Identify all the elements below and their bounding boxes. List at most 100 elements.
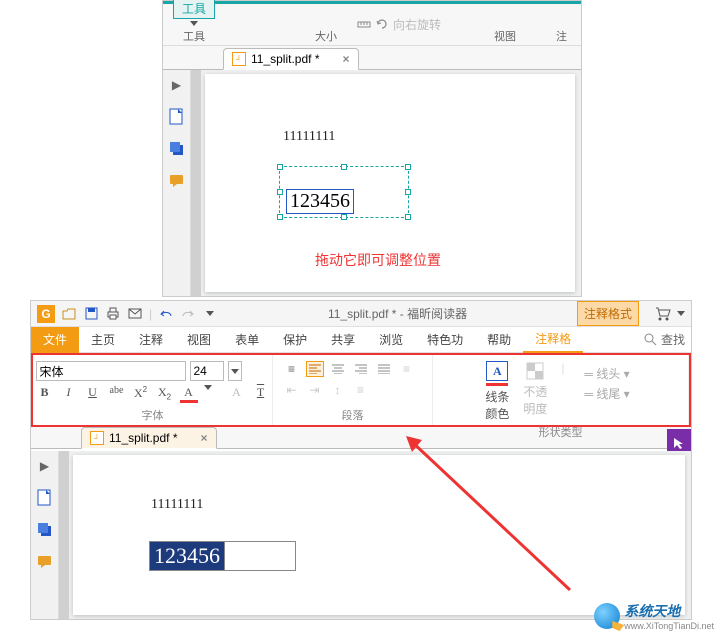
pdf-file-icon: ┘ (232, 52, 246, 66)
globe-icon (594, 603, 620, 629)
align-justify-icon[interactable] (375, 361, 393, 377)
print-icon[interactable] (105, 306, 121, 322)
text-shape-icon: A (486, 361, 508, 381)
watermark-title: 系统天地 (624, 601, 714, 621)
cart-icon[interactable] (655, 306, 671, 322)
font-family-select[interactable] (36, 361, 186, 381)
menu-browse[interactable]: 浏览 (367, 327, 415, 353)
app-icon: G (37, 305, 55, 323)
menu-home[interactable]: 主页 (79, 327, 127, 353)
expand-icon[interactable]: ▶ (168, 76, 186, 94)
menu-share[interactable]: 共享 (319, 327, 367, 353)
menu-help[interactable]: 帮助 (475, 327, 523, 353)
menu-protect[interactable]: 保护 (271, 327, 319, 353)
menu-file[interactable]: 文件 (31, 327, 79, 353)
annot-format-tab[interactable]: 注释格式 (577, 301, 639, 326)
dropdown-icon[interactable] (190, 21, 198, 26)
document-viewport-2[interactable]: 11111111 123456 (59, 451, 691, 619)
ribbon-label-annot: 注 (556, 28, 567, 44)
align-right-icon[interactable] (352, 361, 370, 377)
undo-icon[interactable] (158, 306, 174, 322)
text-cursor-area[interactable] (224, 542, 295, 570)
document-tab-2[interactable]: ┘ 11_split.pdf * × (81, 427, 217, 449)
page-gutter-2 (59, 451, 69, 619)
ribbon-group-paragraph: ≡ ≡ ⇤ ⇥ ↕ ≡ 段落 (273, 355, 433, 425)
decrease-indent-icon[interactable]: ⇤ (283, 382, 301, 398)
increase-indent-icon[interactable]: ⇥ (306, 382, 324, 398)
textbox-content[interactable]: 123456 (286, 189, 354, 214)
superscript-button[interactable]: X2 (132, 385, 150, 403)
ribbon-group-tools: 工具 工具 (163, 4, 225, 44)
align-left-icon[interactable] (306, 361, 324, 377)
opacity-button[interactable]: 不透 明度 (523, 361, 547, 417)
save-icon[interactable] (83, 306, 99, 322)
number-list-icon[interactable]: ≡ (398, 361, 416, 377)
expand-icon-2[interactable]: ▶ (36, 457, 54, 475)
window-title: 11_split.pdf * - 福昕阅读器 (224, 305, 571, 322)
paragraph-icons: ≡ ≡ ⇤ ⇥ ↕ ≡ (283, 361, 423, 398)
layers-icon-2[interactable] (36, 521, 54, 539)
bullet-list-icon[interactable]: ≡ (283, 361, 301, 377)
cursor-icon (672, 436, 686, 450)
search-label: 查找 (661, 331, 685, 348)
opacity-icon (525, 361, 545, 381)
redo-icon[interactable] (180, 306, 196, 322)
highlight-button[interactable]: A (228, 385, 246, 403)
line-head-option[interactable]: ═ 线头 ▾ (584, 365, 629, 382)
line-tail-option[interactable]: ═ 线尾 ▾ (584, 385, 629, 402)
editing-textbox[interactable]: 123456 (149, 541, 296, 571)
comments-icon-2[interactable] (36, 553, 54, 571)
layers-icon[interactable] (168, 140, 186, 158)
text-effects-button[interactable]: T (252, 385, 270, 403)
line-end-options: ═ 线头 ▾ ═ 线尾 ▾ (578, 361, 635, 406)
menu-annot-format[interactable]: 注释格 (523, 327, 583, 353)
search-icon (644, 333, 657, 346)
line-color-button[interactable]: A 线条 颜色 (485, 361, 509, 422)
ribbon-group-shape: A 线条 颜色 不透 明度 | ═ 线头 ▾ ═ 线尾 ▾ 形状类型 (433, 355, 689, 425)
line-spacing-icon[interactable]: ↕ (329, 382, 347, 398)
tab-close-icon-2[interactable]: × (201, 431, 208, 445)
page-gutter (191, 70, 201, 296)
tab-filename-2: 11_split.pdf * (109, 431, 178, 445)
mail-icon[interactable] (127, 306, 143, 322)
quick-access-toolbar: G | 11_split.pdf * - 福昕阅读器 注释格式 (31, 301, 691, 327)
document-tab[interactable]: ┘ 11_split.pdf * × (223, 48, 359, 70)
menu-features[interactable]: 特色功 (415, 327, 475, 353)
ruler-icon (357, 17, 371, 31)
menu-form[interactable]: 表单 (223, 327, 271, 353)
textbox-selection[interactable]: 123456 (279, 166, 409, 218)
ribbon-group-rotate[interactable]: 向右旋转 (347, 4, 451, 44)
font-color-button[interactable]: A (180, 385, 198, 403)
document-viewport[interactable]: 11111111 123456 拖动它即可调整位置 (191, 70, 581, 296)
annotation-hint: 拖动它即可调整位置 (315, 250, 441, 270)
top-panel: 工具 工具 大小 向右旋转 视图 注 ┘ 11_split.pdf * × ▶ (162, 0, 582, 297)
open-icon[interactable] (61, 306, 77, 322)
cart-dropdown-icon[interactable] (677, 311, 685, 316)
page-thumb-icon-2[interactable] (36, 489, 54, 507)
menu-view[interactable]: 视图 (175, 327, 223, 353)
qat-dropdown-icon[interactable] (202, 306, 218, 322)
pdf-file-icon-2: ┘ (90, 431, 104, 445)
ribbon-title-para: 段落 (342, 407, 364, 423)
active-tool-label[interactable]: 工具 (173, 0, 215, 19)
strikethrough-button[interactable]: abe (108, 385, 126, 403)
tab-close-icon[interactable]: × (343, 52, 350, 66)
doc-text-1: 11111111 (283, 129, 335, 145)
bold-button[interactable]: B (36, 385, 54, 403)
align-center-icon[interactable] (329, 361, 347, 377)
watermark-url: www.XiTongTianDi.net (624, 621, 714, 631)
para-more-icon[interactable]: ≡ (352, 382, 370, 398)
font-size-select[interactable] (190, 361, 224, 381)
font-color-dropdown-icon[interactable] (204, 385, 222, 403)
italic-button[interactable]: I (60, 385, 78, 403)
font-size-dropdown-icon[interactable] (228, 361, 242, 381)
underline-button[interactable]: U (84, 385, 102, 403)
page-thumb-icon[interactable] (168, 108, 186, 126)
search-box[interactable]: 查找 (638, 331, 691, 348)
subscript-button[interactable]: X2 (156, 385, 174, 403)
ribbon-label-view: 视图 (494, 28, 516, 44)
menu-comment[interactable]: 注释 (127, 327, 175, 353)
comments-icon[interactable] (168, 172, 186, 190)
ribbon-group-size: 大小 (305, 4, 347, 44)
format-ribbon: B I U abe X2 X2 A A T 字体 ≡ (31, 353, 691, 427)
